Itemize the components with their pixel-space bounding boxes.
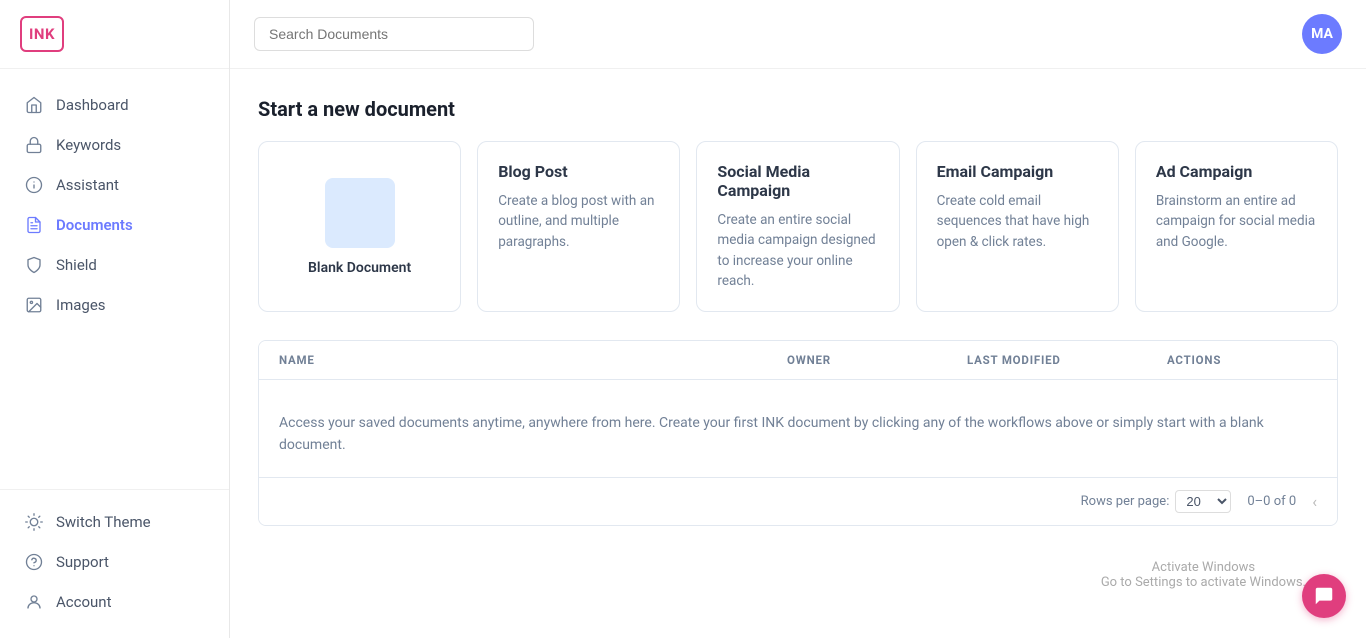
sidebar-item-shield-label: Shield xyxy=(56,256,97,274)
dashboard-icon xyxy=(24,95,44,115)
blog-post-title: Blog Post xyxy=(498,162,659,181)
email-campaign-title: Email Campaign xyxy=(937,162,1098,181)
social-media-title: Social Media Campaign xyxy=(717,162,878,200)
chat-icon xyxy=(1313,585,1335,607)
sidebar-item-keywords-label: Keywords xyxy=(56,136,121,154)
avatar[interactable]: MA xyxy=(1302,14,1342,54)
images-icon xyxy=(24,295,44,315)
logo-area: INK xyxy=(0,0,229,69)
blog-post-desc: Create a blog post with an outline, and … xyxy=(498,191,659,252)
email-campaign-desc: Create cold email sequences that have hi… xyxy=(937,191,1098,252)
col-owner: OWNER xyxy=(787,353,967,367)
content-area: Start a new document Blank Document Blog… xyxy=(230,69,1366,638)
page-title: Start a new document xyxy=(258,97,1338,121)
sidebar-bottom: Switch Theme Support Account xyxy=(0,489,229,638)
rows-per-page-label: Rows per page: xyxy=(1081,494,1170,509)
sidebar-item-dashboard[interactable]: Dashboard xyxy=(0,85,229,125)
topbar: MA xyxy=(230,0,1366,69)
search-input[interactable] xyxy=(254,17,534,51)
sidebar-item-assistant[interactable]: Assistant xyxy=(0,165,229,205)
table-empty-message: Access your saved documents anytime, any… xyxy=(259,380,1337,477)
pagination-prev-button[interactable]: ‹ xyxy=(1312,492,1317,511)
social-media-desc: Create an entire social media campaign d… xyxy=(717,210,878,291)
table-header: NAME OWNER LAST MODIFIED ACTIONS xyxy=(259,341,1337,380)
keywords-icon xyxy=(24,135,44,155)
documents-table: NAME OWNER LAST MODIFIED ACTIONS Access … xyxy=(258,340,1338,526)
table-footer: Rows per page: 20 50 100 0–0 of 0 ‹ xyxy=(259,477,1337,525)
support-icon xyxy=(24,552,44,572)
col-name: NAME xyxy=(279,353,787,367)
social-media-card[interactable]: Social Media Campaign Create an entire s… xyxy=(696,141,899,312)
rows-per-page-control: Rows per page: 20 50 100 xyxy=(1081,490,1232,513)
sidebar-item-switch-theme[interactable]: Switch Theme xyxy=(0,502,229,542)
blank-document-card[interactable]: Blank Document xyxy=(258,141,461,312)
sidebar-item-documents[interactable]: Documents xyxy=(0,205,229,245)
switch-theme-label: Switch Theme xyxy=(56,513,151,531)
sidebar-item-keywords[interactable]: Keywords xyxy=(0,125,229,165)
sidebar-item-dashboard-label: Dashboard xyxy=(56,96,129,114)
sidebar-item-shield[interactable]: Shield xyxy=(0,245,229,285)
switch-theme-icon xyxy=(24,512,44,532)
blank-thumb xyxy=(325,178,395,248)
sidebar-item-images[interactable]: Images xyxy=(0,285,229,325)
documents-icon xyxy=(24,215,44,235)
sidebar-item-documents-label: Documents xyxy=(56,216,133,234)
ad-campaign-desc: Brainstorm an entire ad campaign for soc… xyxy=(1156,191,1317,252)
main-content: MA Start a new document Blank Document B… xyxy=(230,0,1366,638)
document-cards-row: Blank Document Blog Post Create a blog p… xyxy=(258,141,1338,312)
account-icon xyxy=(24,592,44,612)
col-actions: ACTIONS xyxy=(1167,353,1317,367)
blog-post-card[interactable]: Blog Post Create a blog post with an out… xyxy=(477,141,680,312)
sidebar-item-images-label: Images xyxy=(56,296,106,314)
sidebar: INK Dashboard Keywords xyxy=(0,0,230,638)
shield-icon xyxy=(24,255,44,275)
col-last-modified: LAST MODIFIED xyxy=(967,353,1167,367)
app-logo[interactable]: INK xyxy=(20,16,64,52)
ad-campaign-title: Ad Campaign xyxy=(1156,162,1317,181)
main-nav: Dashboard Keywords Assistant xyxy=(0,69,229,489)
support-label: Support xyxy=(56,553,109,571)
blank-document-label: Blank Document xyxy=(308,260,411,276)
sidebar-item-assistant-label: Assistant xyxy=(56,176,119,194)
sidebar-item-support[interactable]: Support xyxy=(0,542,229,582)
rows-per-page-select[interactable]: 20 50 100 xyxy=(1175,490,1231,513)
ad-campaign-card[interactable]: Ad Campaign Brainstorm an entire ad camp… xyxy=(1135,141,1338,312)
pagination-info: 0–0 of 0 xyxy=(1247,494,1296,509)
chat-button[interactable] xyxy=(1302,574,1346,618)
email-campaign-card[interactable]: Email Campaign Create cold email sequenc… xyxy=(916,141,1119,312)
sidebar-item-account[interactable]: Account xyxy=(0,582,229,622)
account-label: Account xyxy=(56,593,112,611)
assistant-icon xyxy=(24,175,44,195)
